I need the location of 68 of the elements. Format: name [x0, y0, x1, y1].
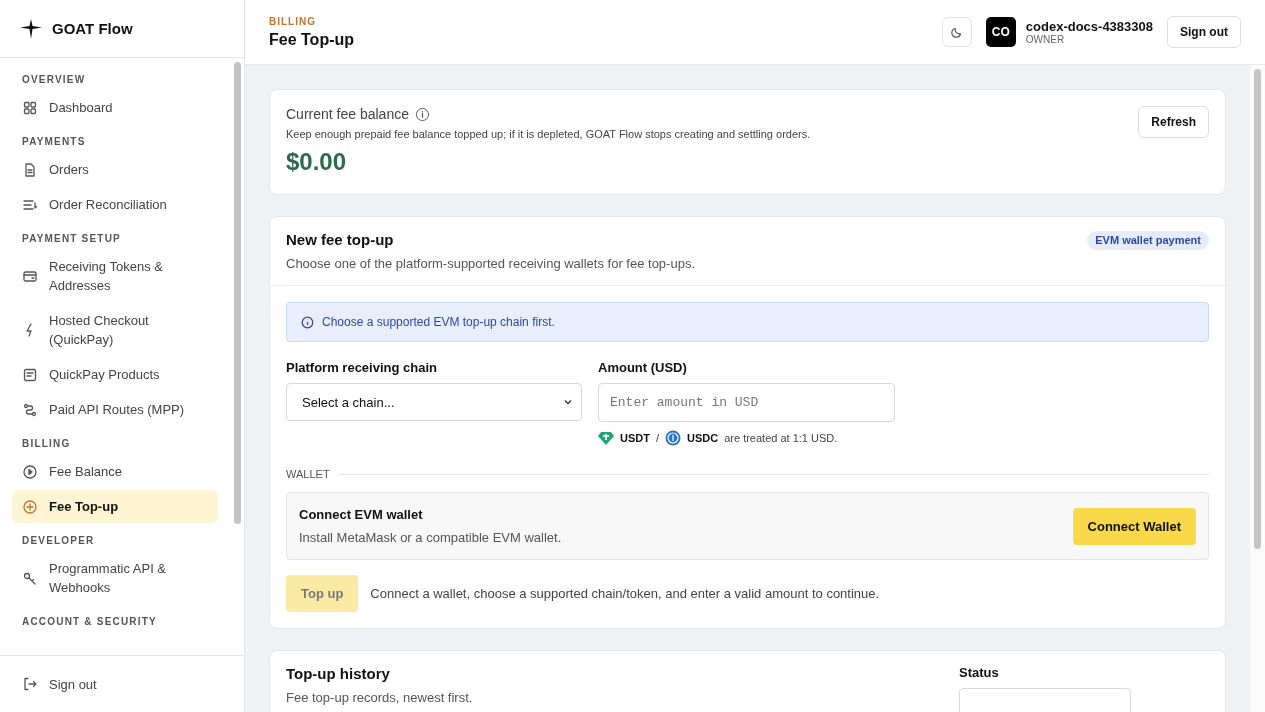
- section-heading: DEVELOPER: [21, 534, 96, 548]
- page-eyebrow: BILLING: [269, 15, 317, 27]
- brand-name: GOAT Flow: [52, 20, 133, 37]
- wallet-icon: [22, 268, 38, 284]
- user-role: OWNER: [1025, 34, 1066, 45]
- diamond-icon: [598, 431, 614, 445]
- refresh-button[interactable]: Refresh: [1138, 106, 1209, 138]
- sidebar-item[interactable]: Fee Balance: [12, 455, 218, 488]
- token-note: are treated at 1:1 USD.: [724, 432, 838, 444]
- user-avatar: CO: [985, 17, 1016, 47]
- scrollbar-thumb[interactable]: [1254, 69, 1261, 549]
- section-heading: WALLET: [286, 468, 330, 480]
- sidebar-item[interactable]: QuickPay Products: [12, 358, 218, 391]
- route-icon: [22, 401, 38, 418]
- section-heading: OVERVIEW: [21, 73, 87, 87]
- card-subtitle: Choose one of the platform-supported receiving wallets for fee top-ups.: [286, 256, 696, 271]
- sidebar-item[interactable]: Order Reconciliation: [12, 188, 218, 221]
- sidebar-item[interactable]: Dashboard: [12, 91, 218, 124]
- field-label: Amount (USD): [598, 360, 688, 375]
- wallet-note: Install MetaMask or a compatible EVM wallet.: [299, 530, 563, 545]
- sign-out-button[interactable]: Sign out: [1167, 16, 1241, 48]
- token-separator: /: [655, 432, 659, 444]
- card-title: Top-up history: [286, 665, 391, 682]
- payment-badge: EVM wallet payment: [1087, 231, 1209, 250]
- section-heading: PAYMENTS: [21, 135, 87, 149]
- balance-amount: $0.00: [286, 148, 348, 176]
- card-subtitle: Fee top-up records, newest first.: [286, 690, 474, 705]
- info-icon: [414, 106, 430, 122]
- grid-icon: [22, 99, 38, 116]
- field-label: Platform receiving chain: [286, 360, 438, 375]
- info-icon: [301, 315, 314, 329]
- card-icon: [22, 366, 38, 383]
- sidebar-item[interactable]: Hosted Checkout (QuickPay): [12, 304, 218, 356]
- section-heading: BILLING: [21, 437, 72, 451]
- section-heading: ACCOUNT & SECURITY: [21, 615, 158, 629]
- card-title: New fee top-up: [286, 231, 395, 248]
- status-select[interactable]: [959, 688, 1131, 712]
- connect-wallet-button[interactable]: Connect Wallet: [1072, 507, 1196, 545]
- chevron-icon: [563, 397, 573, 407]
- sidebar-item[interactable]: Paid API Routes (MPP): [12, 393, 218, 426]
- sidebar-item[interactable]: Programmatic API & Webhooks: [12, 552, 218, 604]
- field-label: Status: [959, 665, 1000, 680]
- alert-text: Choose a supported EVM top-up chain first.: [322, 315, 555, 329]
- sidebar-item[interactable]: Orders: [12, 153, 218, 186]
- sign-out-icon: [22, 676, 38, 692]
- sidebar-item[interactable]: Fee Top-up: [12, 490, 218, 523]
- document-icon: [22, 161, 38, 178]
- wallet-title: Connect EVM wallet: [299, 507, 424, 522]
- submit-hint: Connect a wallet, choose a supported chain/token, and enter a valid amount to continue.: [370, 586, 880, 601]
- page-title: Fee Top-up: [269, 30, 355, 49]
- sidebar-item[interactable]: Receiving Tokens & Addresses: [12, 250, 218, 302]
- balance-note: Keep enough prepaid fee balance topped up; if it is depleted, GOAT Flow stops creating and settling orders.: [286, 128, 812, 140]
- section-heading: PAYMENT SETUP: [21, 232, 122, 246]
- plus-circle-icon: [22, 498, 38, 515]
- chain-select[interactable]: Select a chain...: [286, 383, 582, 421]
- amount-field[interactable]: Enter amount in USD: [598, 383, 895, 422]
- theme-toggle[interactable]: [941, 17, 972, 47]
- sign-out-link[interactable]: Sign out: [0, 656, 244, 712]
- user-name: codex-docs-4383308: [1025, 19, 1153, 34]
- play-circle-icon: [22, 463, 38, 480]
- moon-icon: [949, 25, 964, 39]
- token-name: USDC: [687, 432, 719, 444]
- coin-icon: [665, 430, 681, 446]
- balance-label: Current fee balance: [286, 106, 409, 122]
- token-name: USDT: [620, 432, 650, 444]
- logo-icon: [20, 18, 42, 39]
- scrollbar-thumb[interactable]: [233, 62, 241, 524]
- key-icon: [22, 570, 38, 586]
